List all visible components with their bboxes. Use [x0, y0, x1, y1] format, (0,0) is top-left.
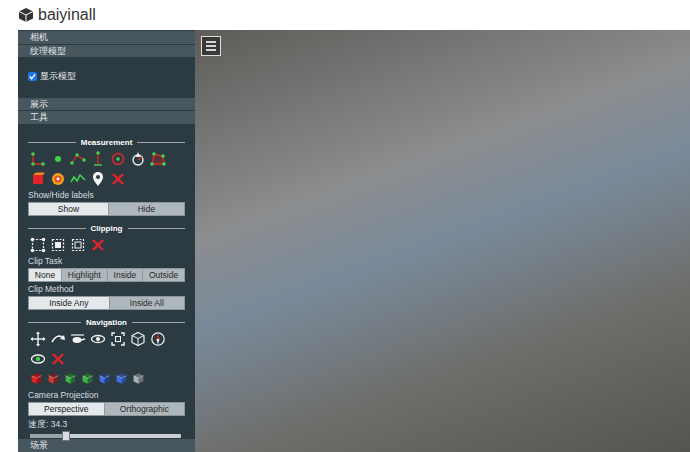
divider-line [128, 228, 186, 229]
divider-line [28, 142, 76, 143]
field-label: Camera Projection [28, 390, 185, 400]
clip-polygon-icon[interactable] [50, 237, 66, 253]
circle-icon[interactable] [110, 151, 126, 167]
labels-toggle-button[interactable]: Show [29, 203, 108, 215]
logo-cube-icon [18, 7, 34, 23]
labels-toggle-group: ShowHide [28, 202, 185, 216]
field-label: Clip Task [28, 256, 185, 266]
accordion-header[interactable]: 相机 [18, 30, 195, 44]
section-title-text: Clipping [91, 224, 123, 233]
labels-toggle-button[interactable]: Hide [108, 203, 184, 215]
top-view-icon[interactable] [98, 372, 111, 385]
divider-line [28, 228, 86, 229]
projection-button[interactable]: Orthographic [104, 403, 184, 415]
icon-row [28, 330, 185, 348]
section-title: Navigation [28, 318, 185, 328]
front-view-icon[interactable] [64, 372, 77, 385]
show-model-checkbox[interactable] [28, 72, 37, 81]
clip-task-button[interactable]: Inside [107, 269, 142, 281]
accordion-header[interactable]: 展示 [18, 97, 195, 111]
sphere-volume-icon[interactable] [50, 171, 66, 187]
clip-task-group: NoneHighlightInsideOutside [28, 268, 185, 282]
annotation-icon[interactable] [90, 171, 106, 187]
clip-method-button[interactable]: Inside All [109, 297, 184, 309]
earth-controls-icon[interactable] [30, 331, 46, 347]
accordion-header[interactable]: 场景 [18, 438, 195, 452]
point-icon[interactable] [50, 151, 66, 167]
bottom-panels: 场景 [18, 438, 195, 452]
compass-icon[interactable] [150, 331, 166, 347]
icon-row [28, 370, 185, 388]
accordion-header[interactable]: 纹理模型 [18, 44, 195, 58]
speed-slider-fill [30, 434, 66, 438]
remove-navigation-icon[interactable] [50, 351, 66, 367]
clip-volume-icon[interactable] [30, 237, 46, 253]
3d-viewer[interactable] [195, 30, 690, 452]
projection-button[interactable]: Perspective [29, 403, 104, 415]
focus-icon[interactable] [110, 331, 126, 347]
volume-icon[interactable] [30, 171, 46, 187]
clip-method-group: Inside AnyInside All [28, 296, 185, 310]
profile-icon[interactable] [70, 171, 86, 187]
angle-icon[interactable] [30, 151, 46, 167]
divider-line [137, 142, 185, 143]
section-title-text: Measurement [81, 138, 133, 147]
divider-line [28, 322, 81, 323]
remove-clipping-icon[interactable] [90, 237, 106, 253]
divider-line [132, 322, 185, 323]
reset-view-icon[interactable] [30, 351, 46, 367]
hamburger-icon[interactable] [203, 38, 219, 54]
app-title: baiyinall [38, 6, 96, 24]
projection-group: PerspectiveOrthographic [28, 402, 185, 416]
clip-plane-icon[interactable] [70, 237, 86, 253]
model-pane: 显示模型 [18, 57, 195, 97]
right-view-icon[interactable] [47, 372, 60, 385]
section-title: Clipping [28, 224, 185, 234]
clip-task-button[interactable]: None [29, 269, 61, 281]
distance-icon[interactable] [70, 151, 86, 167]
clip-method-button[interactable]: Inside Any [29, 297, 109, 309]
orbit-controls-icon[interactable] [90, 331, 106, 347]
azimuth-icon[interactable] [130, 151, 146, 167]
section-title-text: Navigation [86, 318, 127, 327]
clip-task-button[interactable]: Highlight [61, 269, 107, 281]
back-view-icon[interactable] [81, 372, 94, 385]
fly-controls-icon[interactable] [50, 331, 66, 347]
remove-measurements-icon[interactable] [110, 171, 126, 187]
icon-row [28, 150, 185, 168]
speed-slider[interactable] [30, 434, 181, 438]
section-title: Measurement [28, 138, 185, 148]
speed-label: 速度: 34.3 [28, 419, 185, 429]
iso-view-icon[interactable] [132, 372, 145, 385]
show-model-label: 显示模型 [40, 70, 76, 83]
left-view-icon[interactable] [30, 372, 43, 385]
speed-slider-thumb[interactable] [62, 431, 70, 441]
icon-row [28, 170, 185, 188]
tools-pane: Measurement Show/Hide labels ShowHide Clipp… [18, 124, 195, 438]
field-label: Clip Method [28, 284, 185, 294]
icon-row [28, 350, 185, 368]
menu-button[interactable] [201, 36, 221, 56]
height-icon[interactable] [90, 151, 106, 167]
icon-row [28, 236, 185, 254]
clip-task-button[interactable]: Outside [142, 269, 184, 281]
accordion-header[interactable]: 工具 [18, 110, 195, 124]
helicopter-controls-icon[interactable] [70, 331, 86, 347]
area-icon[interactable] [150, 151, 166, 167]
bottom-view-icon[interactable] [115, 372, 128, 385]
navigation-cube-icon[interactable] [130, 331, 146, 347]
field-label: Show/Hide labels [28, 190, 185, 200]
